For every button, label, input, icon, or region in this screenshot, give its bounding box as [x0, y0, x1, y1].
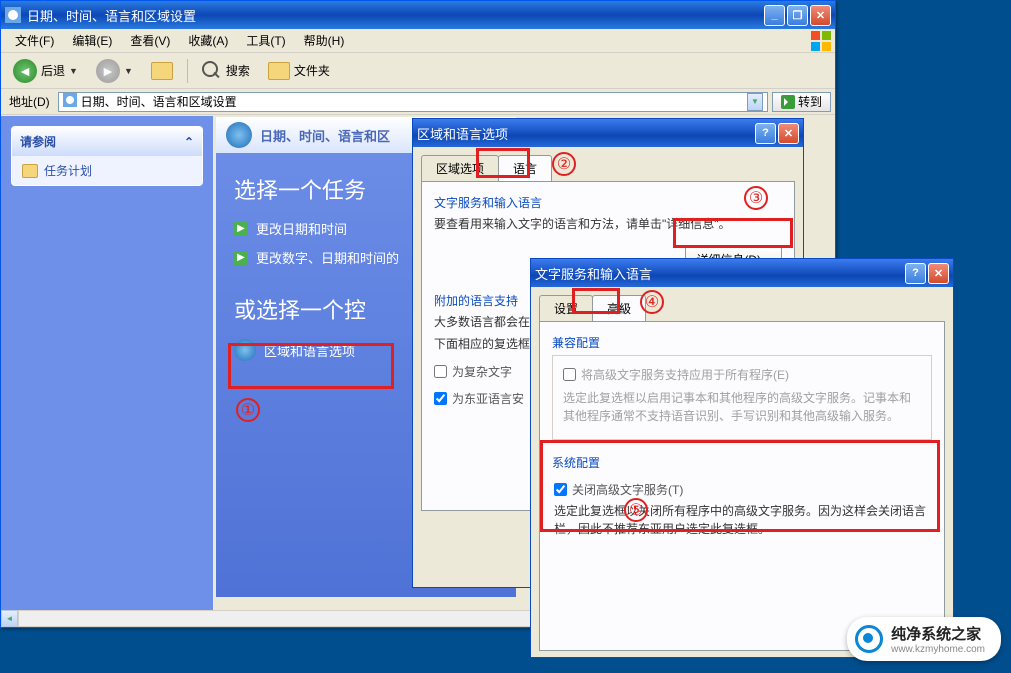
dlg2-compat-text: 选定此复选框以启用记事本和其他程序的高级文字服务。记事本和其他程序通常不支持语音… — [563, 389, 921, 425]
cb-label: 为复杂文字 — [452, 363, 512, 380]
cb-label: 为东亚语言安 — [452, 390, 524, 407]
back-label: 后退 — [41, 62, 65, 79]
back-arrow-icon: ◄ — [13, 59, 37, 83]
folder-up-icon — [151, 62, 173, 80]
menu-fav[interactable]: 收藏(A) — [180, 29, 236, 52]
folders-button[interactable]: 文件夹 — [262, 58, 336, 84]
address-dropdown-button[interactable]: ▼ — [747, 93, 763, 111]
arrow-icon: ▶ — [234, 251, 248, 265]
dlg1-titlebar: 区域和语言选项 ? ✕ — [413, 119, 803, 147]
cpl-label: 区域和语言选项 — [264, 341, 355, 360]
control-panel-icon — [5, 7, 21, 23]
scroll-left-button[interactable]: ◄ — [1, 610, 18, 627]
address-field[interactable]: 日期、时间、语言和区域设置 ▼ — [58, 92, 768, 112]
dlg1-section1-text: 要查看用来输入文字的语言和方法，请单击"详细信息"。 — [434, 215, 782, 233]
chevron-down-icon: ▼ — [124, 66, 133, 76]
checkbox[interactable] — [554, 483, 567, 496]
dlg2-help-button[interactable]: ? — [905, 263, 926, 284]
address-value: 日期、时间、语言和区域设置 — [81, 93, 743, 110]
checkbox[interactable] — [434, 392, 447, 405]
menu-tools[interactable]: 工具(T) — [238, 29, 293, 52]
go-label: 转到 — [798, 93, 822, 110]
dlg1-section1-title: 文字服务和输入语言 — [434, 194, 782, 211]
sidebar-item-label: 任务计划 — [44, 162, 92, 179]
dlg1-tab-regional[interactable]: 区域选项 — [421, 155, 499, 181]
task-link-label: 更改日期和时间 — [256, 219, 347, 238]
sidebar: 请参阅 ⌃ 任务计划 — [1, 116, 213, 627]
search-label: 搜索 — [226, 62, 250, 79]
go-button[interactable]: 转到 — [772, 92, 831, 112]
go-arrow-icon — [781, 95, 795, 109]
dlg2-section2-title: 系统配置 — [552, 454, 932, 471]
globe-icon — [234, 339, 256, 361]
annotation-num-2: ② — [552, 152, 576, 176]
dlg2-tabs: 设置 高級 — [531, 287, 953, 321]
watermark-title: 纯净系统之家 — [891, 623, 985, 644]
explorer-titlebar: 日期、时间、语言和区域设置 _ ❐ ✕ — [1, 1, 835, 29]
maximize-button[interactable]: ❐ — [787, 5, 808, 26]
dlg1-help-button[interactable]: ? — [755, 123, 776, 144]
toolbar: ◄ 后退 ▼ ► ▼ 搜索 文件夹 — [1, 53, 835, 89]
dlg1-close-button[interactable]: ✕ — [778, 123, 799, 144]
cb-label: 将高级文字服务支持应用于所有程序(E) — [581, 366, 789, 383]
search-button[interactable]: 搜索 — [196, 57, 256, 85]
checkbox[interactable] — [563, 368, 576, 381]
dlg2-cb-turnoff[interactable]: 关闭高级文字服务(T) — [554, 481, 930, 498]
search-icon — [202, 61, 222, 81]
annotation-num-3: ③ — [744, 186, 768, 210]
sidebar-title: 请参阅 — [20, 133, 56, 150]
annotation-num-5: ⑤ — [624, 498, 648, 522]
task-link-label: 更改数字、日期和时间的 — [256, 248, 399, 267]
watermark-logo-icon — [855, 625, 883, 653]
arrow-icon: ▶ — [234, 222, 248, 236]
menu-help[interactable]: 帮助(H) — [296, 29, 353, 52]
dlg2-titlebar: 文字服务和输入语言 ? ✕ — [531, 259, 953, 287]
menu-view[interactable]: 查看(V) — [122, 29, 178, 52]
dlg2-title: 文字服务和输入语言 — [535, 264, 905, 283]
address-icon — [63, 93, 77, 110]
sidebar-box-see-also: 请参阅 ⌃ 任务计划 — [11, 126, 203, 186]
forward-arrow-icon: ► — [96, 59, 120, 83]
chevron-down-icon: ▼ — [69, 66, 78, 76]
annotation-num-1: ① — [236, 398, 260, 422]
menu-file[interactable]: 文件(F) — [7, 29, 62, 52]
globe-icon — [226, 122, 252, 148]
collapse-icon[interactable]: ⌃ — [184, 135, 194, 149]
sidebar-item-tasks[interactable]: 任务计划 — [12, 156, 202, 185]
annotation-num-4: ④ — [640, 290, 664, 314]
folder-icon — [268, 62, 290, 80]
dlg1-tabs: 区域选项 语言 — [413, 147, 803, 181]
explorer-title: 日期、时间、语言和区域设置 — [27, 6, 764, 25]
dlg1-tab-language[interactable]: 语言 — [498, 155, 552, 181]
dlg2-close-button[interactable]: ✕ — [928, 263, 949, 284]
dlg2-cb-compat[interactable]: 将高级文字服务支持应用于所有程序(E) — [563, 366, 921, 383]
dlg2-tab-settings[interactable]: 设置 — [539, 295, 593, 321]
checkbox[interactable] — [434, 365, 447, 378]
forward-button[interactable]: ► ▼ — [90, 55, 139, 87]
close-button[interactable]: ✕ — [810, 5, 831, 26]
menu-bar: 文件(F) 编辑(E) 查看(V) 收藏(A) 工具(T) 帮助(H) — [1, 29, 835, 53]
folders-label: 文件夹 — [294, 62, 330, 79]
minimize-button[interactable]: _ — [764, 5, 785, 26]
dlg2-turnoff-text: 选定此复选框以关闭所有程序中的高级文字服务。因为这样会关闭语言栏，因此不推荐东亚… — [554, 502, 930, 538]
dlg2-section1-title: 兼容配置 — [552, 334, 932, 351]
back-button[interactable]: ◄ 后退 ▼ — [7, 55, 84, 87]
watermark-url: www.kzmyhome.com — [891, 644, 985, 655]
address-label: 地址(D) — [5, 93, 54, 110]
windows-flag-icon — [811, 31, 831, 51]
menu-edit[interactable]: 编辑(E) — [64, 29, 120, 52]
clipboard-icon — [22, 164, 38, 178]
dlg2-tab-advanced[interactable]: 高級 — [592, 295, 646, 321]
category-header-text: 日期、时间、语言和区 — [260, 126, 390, 145]
dlg1-title: 区域和语言选项 — [417, 124, 755, 143]
watermark: 纯净系统之家 www.kzmyhome.com — [847, 617, 1001, 661]
up-button[interactable] — [145, 58, 179, 84]
toolbar-separator — [187, 59, 188, 83]
dlg2-body: 兼容配置 将高级文字服务支持应用于所有程序(E) 选定此复选框以启用记事本和其他… — [539, 321, 945, 651]
cb-label: 关闭高级文字服务(T) — [572, 481, 683, 498]
address-bar: 地址(D) 日期、时间、语言和区域设置 ▼ 转到 — [1, 89, 835, 115]
